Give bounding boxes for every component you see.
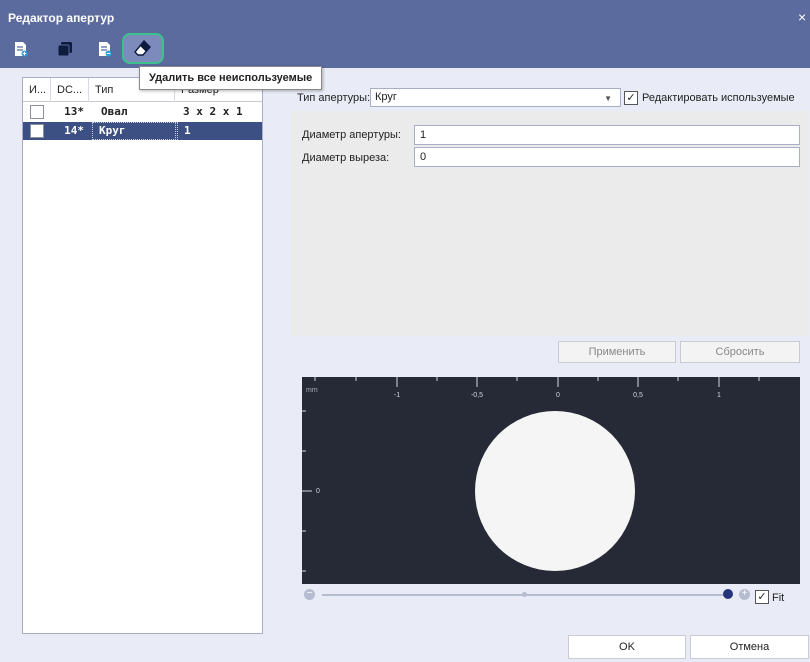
table-row[interactable]: 13* Овал 3 x 2 x 1 bbox=[23, 103, 262, 121]
size-cell: 3 x 2 x 1 bbox=[183, 105, 243, 118]
x-tick-label: -0,5 bbox=[471, 392, 483, 399]
type-cell-editing[interactable]: Круг bbox=[92, 122, 176, 140]
x-tick-label: -1 bbox=[394, 392, 400, 399]
aperture-shape bbox=[475, 411, 635, 571]
x-tick-label: 0,5 bbox=[633, 392, 643, 399]
zoom-out-icon[interactable]: − bbox=[304, 589, 315, 600]
zoom-slider-thumb[interactable] bbox=[723, 589, 733, 599]
close-icon[interactable]: × bbox=[798, 9, 806, 25]
dcode-cell: 13* bbox=[64, 105, 84, 118]
aperture-type-value: Круг bbox=[375, 91, 397, 103]
diameter-label: Диаметр апертуры: bbox=[302, 129, 401, 141]
used-checkbox[interactable] bbox=[30, 105, 44, 119]
cutout-input[interactable]: 0 bbox=[414, 147, 800, 167]
chevron-down-icon: ▼ bbox=[604, 94, 612, 103]
preview-canvas: mm -1 -0,5 0 0,5 1 0 bbox=[302, 377, 760, 572]
used-checkbox[interactable] bbox=[30, 124, 44, 138]
y-tick-label: 0 bbox=[316, 488, 320, 495]
apply-button[interactable]: Применить bbox=[558, 341, 676, 363]
aperture-table: И... DC... Тип Размер 13* Овал 3 x 2 x 1… bbox=[22, 77, 263, 634]
dcode-cell: 14* bbox=[64, 124, 84, 137]
fit-checkbox[interactable]: ✓ bbox=[755, 590, 769, 604]
aperture-type-label: Тип апертуры: bbox=[297, 92, 371, 104]
x-ruler bbox=[314, 377, 760, 387]
add-aperture-icon[interactable] bbox=[12, 40, 30, 58]
checkmark-icon: ✓ bbox=[757, 590, 767, 603]
table-row-selected[interactable]: 14* Круг 1 bbox=[23, 122, 262, 140]
x-tick-label: 0 bbox=[556, 392, 560, 399]
zoom-in-icon[interactable]: + bbox=[739, 589, 750, 600]
y-ruler bbox=[302, 410, 312, 572]
column-used[interactable]: И... bbox=[23, 78, 51, 102]
ok-button[interactable]: OK bbox=[568, 635, 686, 659]
checkmark-icon: ✓ bbox=[626, 91, 636, 104]
diameter-input[interactable]: 1 bbox=[414, 125, 800, 145]
aperture-preview: mm -1 -0,5 0 0,5 1 0 bbox=[302, 377, 800, 584]
remove-aperture-icon[interactable] bbox=[96, 40, 114, 58]
type-cell: Овал bbox=[101, 105, 128, 118]
reset-button[interactable]: Сбросить bbox=[680, 341, 800, 363]
fit-label: Fit bbox=[772, 592, 785, 604]
cancel-button[interactable]: Отмена bbox=[690, 635, 809, 659]
delete-unused-button[interactable] bbox=[122, 33, 164, 64]
size-cell: 1 bbox=[177, 122, 262, 140]
edit-used-label: Редактировать используемые bbox=[642, 92, 795, 104]
zoom-slider-midpoint bbox=[522, 592, 527, 597]
column-dcode[interactable]: DC... bbox=[51, 78, 89, 102]
tooltip: Удалить все неиспользуемые bbox=[139, 66, 323, 90]
cutout-label: Диаметр выреза: bbox=[302, 152, 390, 164]
window-title: Редактор апертур bbox=[8, 11, 115, 25]
aperture-type-select[interactable]: Круг ▼ bbox=[370, 88, 621, 107]
unit-label: mm bbox=[306, 387, 318, 394]
x-tick-label: 1 bbox=[717, 392, 721, 399]
eraser-icon bbox=[134, 40, 151, 56]
copy-aperture-icon[interactable] bbox=[56, 40, 74, 58]
edit-used-checkbox[interactable]: ✓ bbox=[624, 91, 638, 105]
